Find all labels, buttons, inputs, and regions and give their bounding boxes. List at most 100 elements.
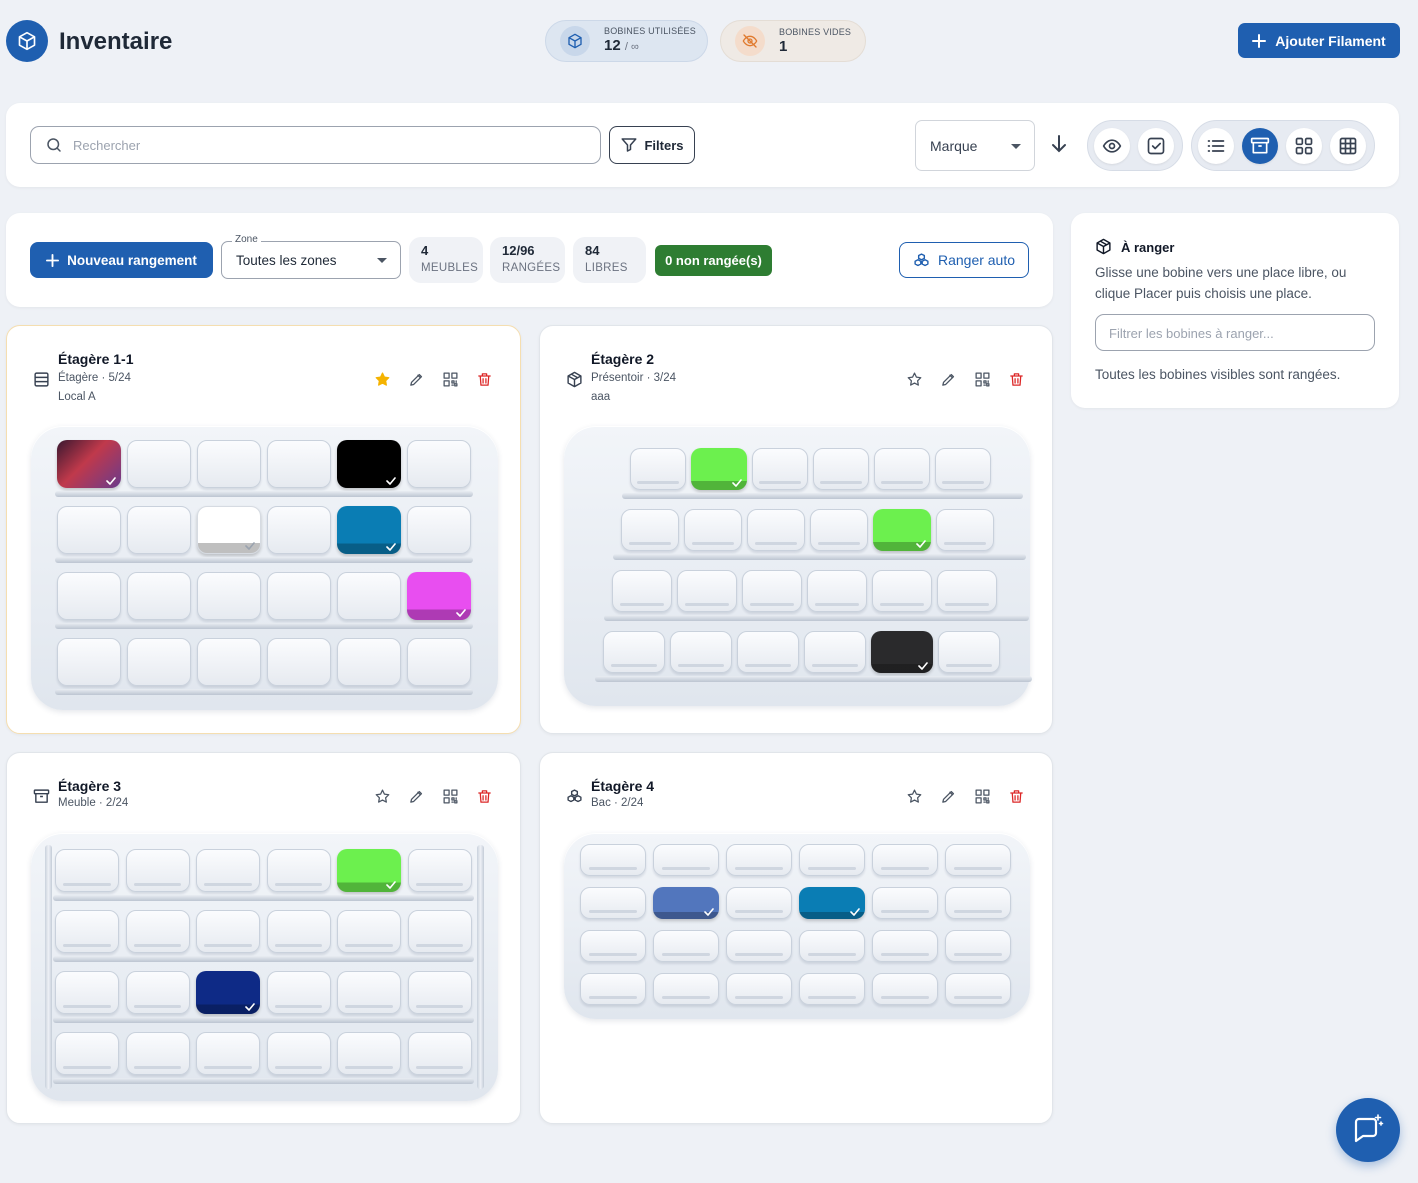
spool-slot-empty[interactable] xyxy=(742,570,802,612)
add-filament-button[interactable]: Ajouter Filament xyxy=(1238,23,1400,58)
spool-slot-empty[interactable] xyxy=(266,910,331,953)
spool-slot-empty[interactable] xyxy=(407,910,472,953)
filters-button[interactable]: Filters xyxy=(609,126,695,164)
spool-slot-empty[interactable] xyxy=(612,570,672,612)
spool-slot-empty[interactable] xyxy=(653,973,719,1005)
spool-slot-empty[interactable] xyxy=(874,448,930,490)
star-icon[interactable] xyxy=(905,787,923,805)
spool-slot-empty[interactable] xyxy=(407,506,471,554)
spool-slot-empty[interactable] xyxy=(621,509,679,551)
qr-code-icon[interactable] xyxy=(441,370,459,388)
spool-slot-empty[interactable] xyxy=(580,930,646,962)
spool-slot-empty[interactable] xyxy=(196,1032,260,1075)
spool-slot-filled[interactable] xyxy=(196,971,260,1014)
star-icon[interactable] xyxy=(373,370,391,388)
trash-icon[interactable] xyxy=(1007,787,1025,805)
spool-slot-empty[interactable] xyxy=(653,930,719,962)
sort-direction-button[interactable] xyxy=(1050,134,1068,154)
spool-slot-empty[interactable] xyxy=(57,638,121,686)
qr-code-icon[interactable] xyxy=(973,370,991,388)
check-square-icon[interactable] xyxy=(1138,127,1174,164)
qr-code-icon[interactable] xyxy=(973,787,991,805)
trash-icon[interactable] xyxy=(1007,370,1025,388)
spool-slot-empty[interactable] xyxy=(726,930,792,962)
spool-slot-filled[interactable] xyxy=(197,506,261,554)
spool-slot-empty[interactable] xyxy=(872,930,938,962)
spool-slot-empty[interactable] xyxy=(125,971,190,1014)
spool-slot-filled[interactable] xyxy=(57,440,121,488)
spool-slot-empty[interactable] xyxy=(197,572,261,620)
spool-slot-empty[interactable] xyxy=(945,844,1011,876)
unranged-badge[interactable]: 0 non rangée(s) xyxy=(655,245,772,276)
search-input[interactable]: Rechercher xyxy=(30,126,601,164)
spool-slot-empty[interactable] xyxy=(337,638,401,686)
spool-slot-empty[interactable] xyxy=(810,509,868,551)
spool-slot-empty[interactable] xyxy=(407,1032,472,1075)
to-store-filter-input[interactable]: Filtrer les bobines à ranger... xyxy=(1095,314,1375,351)
auto-store-button[interactable]: Ranger auto xyxy=(899,242,1029,278)
edit-icon[interactable] xyxy=(939,370,957,388)
spool-slot-filled[interactable] xyxy=(871,631,933,673)
grid-view-icon[interactable] xyxy=(1286,127,1322,164)
spool-slot-empty[interactable] xyxy=(407,440,471,488)
list-view-icon[interactable] xyxy=(1198,127,1234,164)
trash-icon[interactable] xyxy=(475,787,493,805)
eye-icon[interactable] xyxy=(1094,127,1130,164)
spool-slot-empty[interactable] xyxy=(580,973,646,1005)
qr-code-icon[interactable] xyxy=(441,787,459,805)
spool-slot-empty[interactable] xyxy=(266,971,331,1014)
edit-icon[interactable] xyxy=(407,370,425,388)
spool-slot-empty[interactable] xyxy=(872,887,938,919)
spool-slot-empty[interactable] xyxy=(935,448,991,490)
spool-slot-empty[interactable] xyxy=(127,572,191,620)
spool-slot-empty[interactable] xyxy=(872,570,932,612)
spool-slot-filled[interactable] xyxy=(691,448,747,490)
spool-slot-filled[interactable] xyxy=(873,509,931,551)
spool-slot-empty[interactable] xyxy=(197,440,261,488)
spool-slot-empty[interactable] xyxy=(266,849,331,892)
spool-slot-empty[interactable] xyxy=(55,849,119,892)
spool-slot-empty[interactable] xyxy=(799,973,865,1005)
storage-view-icon[interactable] xyxy=(1242,127,1278,164)
table-view-icon[interactable] xyxy=(1330,127,1366,164)
spool-slot-empty[interactable] xyxy=(630,448,686,490)
spool-slot-empty[interactable] xyxy=(726,844,792,876)
spool-slot-filled[interactable] xyxy=(337,506,401,554)
spool-slot-empty[interactable] xyxy=(127,440,191,488)
spool-slot-filled[interactable] xyxy=(337,849,401,892)
spool-slot-empty[interactable] xyxy=(125,910,190,953)
spool-slot-empty[interactable] xyxy=(726,887,792,919)
spool-slot-empty[interactable] xyxy=(937,570,997,612)
zone-select[interactable]: Zone Toutes les zones xyxy=(221,234,401,279)
spool-slot-empty[interactable] xyxy=(196,910,260,953)
spool-slot-empty[interactable] xyxy=(337,910,401,953)
spool-slot-empty[interactable] xyxy=(804,631,866,673)
sort-select[interactable]: Marque xyxy=(915,120,1035,171)
spool-slot-empty[interactable] xyxy=(807,570,867,612)
spool-slot-empty[interactable] xyxy=(266,1032,331,1075)
spool-slot-empty[interactable] xyxy=(55,1032,119,1075)
spool-slot-empty[interactable] xyxy=(872,844,938,876)
spool-slot-empty[interactable] xyxy=(945,973,1011,1005)
spool-slot-empty[interactable] xyxy=(945,887,1011,919)
spool-slot-empty[interactable] xyxy=(337,572,401,620)
spool-slot-empty[interactable] xyxy=(337,1032,401,1075)
spool-slot-empty[interactable] xyxy=(945,930,1011,962)
spool-slot-empty[interactable] xyxy=(125,1032,190,1075)
spool-slot-empty[interactable] xyxy=(752,448,808,490)
new-storage-button[interactable]: Nouveau rangement xyxy=(30,242,213,278)
spool-slot-empty[interactable] xyxy=(197,638,261,686)
spool-slot-empty[interactable] xyxy=(737,631,799,673)
chat-assistant-button[interactable] xyxy=(1336,1098,1400,1162)
spool-slot-empty[interactable] xyxy=(670,631,732,673)
spool-slot-empty[interactable] xyxy=(580,887,646,919)
spool-slot-empty[interactable] xyxy=(267,506,331,554)
spool-slot-empty[interactable] xyxy=(684,509,742,551)
edit-icon[interactable] xyxy=(939,787,957,805)
spool-slot-empty[interactable] xyxy=(55,910,119,953)
spool-slot-empty[interactable] xyxy=(125,849,190,892)
spool-slot-empty[interactable] xyxy=(267,572,331,620)
spool-slot-empty[interactable] xyxy=(55,971,119,1014)
spool-slot-empty[interactable] xyxy=(267,440,331,488)
spool-slot-empty[interactable] xyxy=(813,448,869,490)
